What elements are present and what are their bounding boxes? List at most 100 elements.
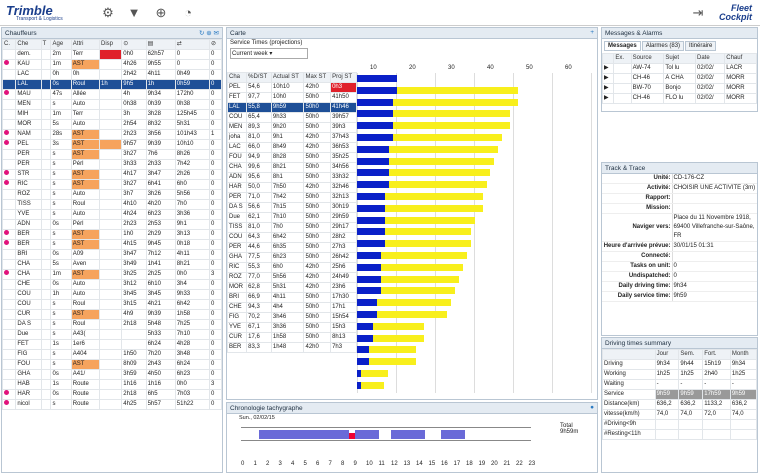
- service-row[interactable]: HAR 50,0 7h50 42h0 32h46: [227, 182, 357, 193]
- message-row[interactable]: ▶ BW-70 Bonjo 02/02/MORR: [602, 83, 757, 94]
- column-header[interactable]: [602, 349, 656, 360]
- column-header[interactable]: T: [40, 39, 52, 50]
- service-row[interactable]: joha 81,0 9h1 42h0 37h43: [227, 132, 357, 143]
- driver-row[interactable]: BRI 0s A09 3h47 7h12 4h11 0: [2, 249, 222, 260]
- service-row[interactable]: FOU 94,9 8h28 50h0 35h25: [227, 152, 357, 163]
- driver-row[interactable]: MOR 5s Auto 2h54 8h32 5h31 0: [2, 119, 222, 130]
- service-row[interactable]: COU 64,3 6h42 50h0 28h2: [227, 232, 357, 243]
- column-header[interactable]: Disp: [99, 39, 123, 50]
- filter-icon[interactable]: ▼: [126, 5, 142, 21]
- service-row[interactable]: BER 83,3 1h48 42h0 7h3: [227, 342, 357, 353]
- service-row[interactable]: RIC 55,3 6h0 42h0 25h6: [227, 262, 357, 273]
- messages-tab[interactable]: Messages: [604, 41, 641, 51]
- target-icon[interactable]: ⊕: [153, 5, 169, 21]
- column-header[interactable]: Fort.: [702, 349, 731, 360]
- column-header[interactable]: Proj ST: [330, 72, 357, 83]
- driver-row[interactable]: dem. 2m Terr 0h0 62h57 0 0: [2, 49, 222, 60]
- service-row[interactable]: Due 62,1 7h10 50h0 29h59: [227, 212, 357, 223]
- driver-row[interactable]: FOU s AST 8h09 2h43 6h24 0: [2, 359, 222, 370]
- driver-row[interactable]: FIG s A404 1h50 7h20 3h48 0: [2, 349, 222, 360]
- service-row[interactable]: FIG 70,2 3h46 50h0 15h54: [227, 312, 357, 323]
- driver-row[interactable]: CUR s AST 4h9 9h39 1h58 0: [2, 309, 222, 320]
- column-header[interactable]: C.: [2, 39, 17, 50]
- driver-row[interactable]: GHA 0s A41/3h59 4h50 6h23 0: [2, 369, 222, 380]
- column-header[interactable]: ⊙: [121, 39, 147, 50]
- column-header[interactable]: Actual ST: [270, 72, 305, 83]
- driver-row[interactable]: COU 1h Auto 3h45 3h45 9h33 0: [2, 289, 222, 300]
- driver-row[interactable]: CHE 0s Auto 3h12 6h10 3h4 0: [2, 279, 222, 290]
- driver-row[interactable]: HAR 0s Route 2h18 6h5 7h03 0: [2, 389, 222, 400]
- pie-chart-icon[interactable]: ◔: [180, 5, 196, 21]
- service-row[interactable]: PER 71,0 7h42 50h0 32h13: [227, 192, 357, 203]
- week-select[interactable]: Current week ▾: [230, 48, 308, 59]
- column-header[interactable]: %D/ST: [246, 72, 272, 83]
- driver-row[interactable]: HAB 1s Route 1h16 1h16 0h0 3: [2, 379, 222, 390]
- driver-row[interactable]: MAU 47s Allée 4h 9h34 172h0 0: [2, 89, 222, 100]
- service-row[interactable]: PEL 54,6 10h10 42h0 0h3: [227, 82, 357, 93]
- column-header[interactable]: Attri: [70, 39, 101, 50]
- service-row[interactable]: LAL 55,8 9h59 50h0 41h46: [227, 102, 357, 113]
- map-tab-title[interactable]: Carte: [230, 30, 246, 37]
- driver-row[interactable]: BER s AST 1h0 2h29 3h13 0: [2, 229, 222, 240]
- column-header[interactable]: Max ST: [303, 72, 332, 83]
- column-header[interactable]: Jour: [654, 349, 680, 360]
- column-header[interactable]: ⊘: [208, 39, 222, 50]
- message-row[interactable]: ▶ CH-46 À CHA 02/02/MORR: [602, 73, 757, 84]
- message-row[interactable]: ▶ CH-46 FLO lu 02/02/MORR: [602, 93, 757, 104]
- messages-tab[interactable]: Itinéraire: [685, 41, 717, 51]
- driver-row[interactable]: ADN 0s Pérl 2h23 2h53 9h1 0: [2, 219, 222, 230]
- column-header[interactable]: Date: [695, 53, 726, 64]
- driver-row[interactable]: PEL 3s AST 9h57 9h39 10h10 0: [2, 139, 222, 150]
- service-row[interactable]: ROZ 77,0 5h56 42h0 24h49: [227, 272, 357, 283]
- column-header[interactable]: Sujet: [663, 53, 697, 64]
- driver-row[interactable]: PER s AST 3h27 7h6 8h26 0: [2, 149, 222, 160]
- column-header[interactable]: [602, 53, 615, 64]
- column-header[interactable]: Age: [50, 39, 72, 50]
- service-row[interactable]: DA S 56,6 7h15 50h0 30h19: [227, 202, 357, 213]
- driver-row[interactable]: LAC 0h 0h 2h42 4h11 0h49 0: [2, 69, 222, 80]
- service-row[interactable]: GHA 77,5 6h23 50h0 26h42: [227, 252, 357, 263]
- driver-row[interactable]: KAU 1m AST 4h26 9h55 0 0: [2, 59, 222, 70]
- column-header[interactable]: Sem.: [678, 349, 704, 360]
- column-header[interactable]: Che: [15, 39, 42, 50]
- service-row[interactable]: ADN 95,6 8h1 50h0 33h32: [227, 172, 357, 183]
- service-row[interactable]: COU 65,4 9h33 50h0 39h57: [227, 112, 357, 123]
- driver-row[interactable]: FET 1s 1er6 6h24 4h28 0: [2, 339, 222, 350]
- driver-row[interactable]: TISS s Roul 4h10 4h20 7h0 0: [2, 199, 222, 210]
- driver-row[interactable]: RIC s AST 3h27 6h41 6h0 0: [2, 179, 222, 190]
- driver-row[interactable]: YVE s Auto 4h24 6h23 3h36 0: [2, 209, 222, 220]
- driver-row[interactable]: ROZ s Auto 3h7 3h26 5h56 0: [2, 189, 222, 200]
- driver-row[interactable]: NAM 28s AST 2h23 3h56 101h43 1: [2, 129, 222, 140]
- message-row[interactable]: ▶ AW-74 Tol lu 02/02/LACR: [602, 63, 757, 74]
- column-header[interactable]: Month: [729, 349, 757, 360]
- driver-row[interactable]: STR s AST 4h17 3h47 2h26 0: [2, 169, 222, 180]
- driver-row[interactable]: Due s A43(5h33 7h10 0: [2, 329, 222, 340]
- settings-gear-icon[interactable]: ⚙: [100, 5, 116, 21]
- driver-row[interactable]: CHA 1m AST 3h25 2h25 0h0 3: [2, 269, 222, 280]
- messages-tab[interactable]: Alarmes (83): [641, 41, 685, 51]
- service-row[interactable]: PER 44,6 6h35 50h0 27h3: [227, 242, 357, 253]
- service-row[interactable]: CHA 99,6 8h21 50h0 34h56: [227, 162, 357, 173]
- service-row[interactable]: MEN 89,3 9h20 50h0 39h3: [227, 122, 357, 133]
- service-row[interactable]: CHE 94,3 4h4 50h0 17h1: [227, 302, 357, 313]
- refresh-icons[interactable]: ↻ ⊕ ✉: [199, 29, 219, 37]
- column-header[interactable]: Ex.: [613, 53, 632, 64]
- column-header[interactable]: ⇄: [174, 39, 210, 50]
- service-row[interactable]: LAC 66,0 8h49 42h0 36h53: [227, 142, 357, 153]
- driver-row[interactable]: nicol s Route 4h25 5h57 51h22 0: [2, 399, 222, 410]
- driver-row[interactable]: COU s Roul 3h15 4h21 6h42 0: [2, 299, 222, 310]
- chrono-collapse-icon[interactable]: ●: [590, 404, 594, 411]
- expand-icon[interactable]: +: [590, 29, 594, 36]
- driver-row[interactable]: DA S s Roul 2h18 5h48 7h25 0: [2, 319, 222, 330]
- logout-icon[interactable]: ⇥: [690, 5, 706, 21]
- column-header[interactable]: Chauf: [724, 53, 757, 64]
- column-header[interactable]: ▤: [145, 39, 176, 50]
- service-row[interactable]: TISS 81,0 7h0 50h0 29h17: [227, 222, 357, 233]
- driver-row[interactable]: PER s Pérl 3h33 2h33 7h42 0: [2, 159, 222, 170]
- driver-row[interactable]: BER s AST 4h15 9h45 0h18 0: [2, 239, 222, 250]
- column-header[interactable]: Cha: [227, 72, 248, 83]
- driver-row[interactable]: LAL 0s Roul 1h 9h5 1h 0h59 0: [2, 79, 222, 90]
- service-row[interactable]: BRI 66,9 4h11 50h0 17h30: [227, 292, 357, 303]
- service-row[interactable]: YVE 67,1 3h36 50h0 15h3: [227, 322, 357, 333]
- service-row[interactable]: FET 97,7 10h0 50h0 41h50: [227, 92, 357, 103]
